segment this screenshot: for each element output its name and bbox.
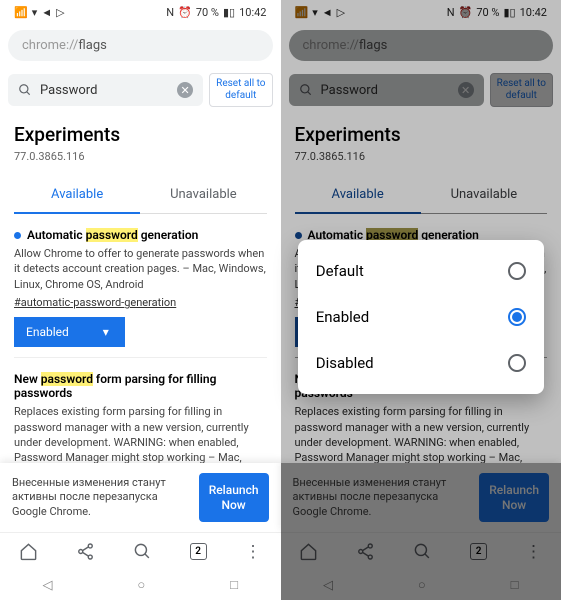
status-bar: 📶 ▾ ◄ ▷ N ⏰ 70 % ▮▯ 10:42 — [0, 0, 281, 24]
omnibox[interactable]: chrome://flags — [8, 30, 273, 61]
battery-text: 70 % — [196, 6, 219, 19]
page-title: Experiments — [14, 123, 267, 146]
reset-button[interactable]: Reset all to default — [209, 73, 272, 107]
relaunch-message: Внесенные изменения станут активны после… — [12, 476, 189, 519]
battery-icon: ▮▯ — [223, 6, 235, 19]
radio-icon — [508, 262, 526, 280]
select-dialog: Default Enabled Disabled — [298, 240, 544, 394]
search-input[interactable]: Password ✕ — [8, 74, 203, 106]
radio-selected-icon — [508, 308, 526, 326]
option-default[interactable]: Default — [298, 248, 544, 294]
url-path: flags — [78, 38, 106, 53]
option-enabled[interactable]: Enabled — [298, 294, 544, 340]
select-dialog-overlay[interactable]: Default Enabled Disabled — [281, 0, 561, 600]
relaunch-button[interactable]: Relaunch Now — [199, 473, 269, 522]
play-icon: ▷ — [56, 6, 64, 19]
share-icon[interactable] — [76, 542, 95, 561]
option-disabled[interactable]: Disabled — [298, 340, 544, 386]
flag-automatic-password-generation: Automatic password generation Allow Chro… — [14, 214, 267, 358]
version-text: 77.0.3865.116 — [14, 150, 267, 163]
recents-icon[interactable]: □ — [230, 577, 238, 593]
nfc-icon: N — [166, 6, 174, 19]
system-nav-bar: ◁ ○ □ — [0, 570, 281, 600]
chrome-toolbar: 2 ⋮ — [0, 532, 281, 570]
menu-icon[interactable]: ⋮ — [245, 542, 262, 562]
url-scheme: chrome:// — [22, 38, 78, 53]
signal-icon: 📶 — [14, 6, 28, 19]
alarm-icon: ⏰ — [178, 6, 192, 19]
home-icon[interactable] — [19, 542, 38, 561]
modified-dot-icon — [14, 232, 21, 239]
tab-unavailable[interactable]: Unavailable — [140, 177, 266, 214]
tabs-icon[interactable]: 2 — [190, 543, 207, 560]
search-toolbar-icon[interactable] — [133, 542, 152, 561]
chevron-down-icon: ▾ — [99, 325, 113, 339]
radio-icon — [508, 354, 526, 372]
search-icon — [18, 83, 32, 97]
tab-available[interactable]: Available — [14, 177, 140, 214]
flag-description: Allow Chrome to offer to generate passwo… — [14, 246, 267, 292]
clock: 10:42 — [239, 6, 266, 19]
search-value: Password — [40, 83, 169, 98]
left-screenshot: 📶 ▾ ◄ ▷ N ⏰ 70 % ▮▯ 10:42 chrome://flags… — [0, 0, 281, 600]
relaunch-bar: Внесенные изменения станут активны после… — [0, 463, 281, 532]
send-icon: ◄ — [41, 6, 52, 19]
clear-icon[interactable]: ✕ — [177, 82, 193, 98]
flag-title: Automatic password generation — [27, 228, 198, 242]
flag-title: New password form parsing for filling pa… — [14, 372, 267, 400]
flag-select[interactable]: Enabled ▾ — [14, 317, 125, 347]
flag-anchor-link[interactable]: #automatic-password-generation — [14, 296, 267, 309]
wifi-icon: ▾ — [32, 6, 38, 19]
back-icon[interactable]: ◁ — [42, 578, 52, 593]
home-nav-icon[interactable]: ○ — [137, 577, 145, 593]
